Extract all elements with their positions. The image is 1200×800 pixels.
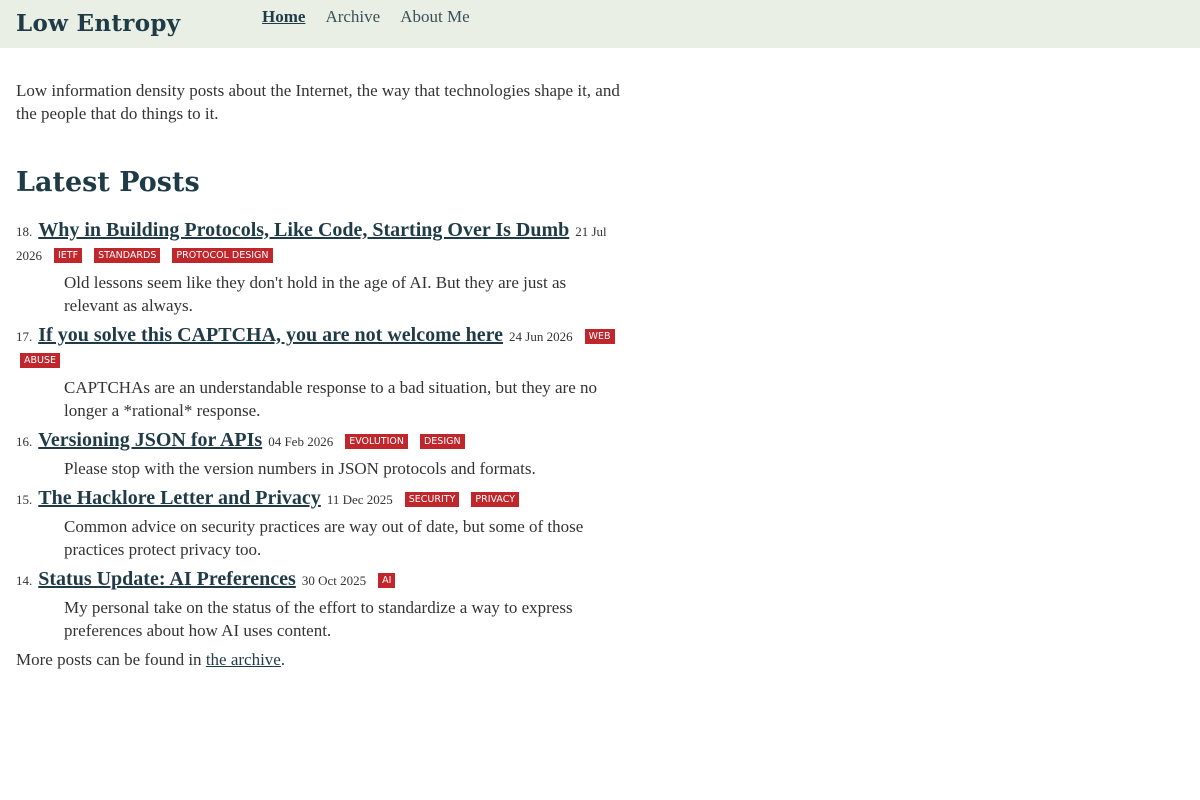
- post-date: 04 Feb 2026: [268, 434, 334, 449]
- more-posts-prefix: More posts can be found in: [16, 650, 206, 669]
- main-content: Low information density posts about the …: [16, 48, 624, 687]
- site-tagline: Low information density posts about the …: [16, 81, 620, 123]
- post-tag[interactable]: SECURITY: [404, 492, 460, 507]
- post-number: 17.: [16, 329, 33, 344]
- post-title-link[interactable]: If you solve this CAPTCHA, you are not w…: [38, 324, 503, 346]
- post-tag[interactable]: IETF: [54, 248, 83, 263]
- more-posts-text: More posts can be found in the archive.: [16, 650, 624, 670]
- post-summary: Please stop with the version numbers in …: [64, 459, 536, 478]
- post-tag[interactable]: PROTOCOL DESIGN: [172, 248, 273, 263]
- post-tag[interactable]: PRIVACY: [471, 492, 520, 507]
- post-tag[interactable]: AI: [378, 573, 396, 588]
- site-title-link[interactable]: Low Entropy: [16, 10, 180, 37]
- more-posts-suffix: .: [280, 650, 286, 669]
- latest-posts-heading: Latest Posts: [16, 167, 200, 198]
- archive-link[interactable]: the archive: [206, 650, 281, 669]
- nav-about-me[interactable]: About Me: [400, 7, 469, 27]
- top-bar: Low Entropy Home Archive About Me: [0, 0, 1200, 48]
- post-summary: CAPTCHAs are an understandable response …: [64, 378, 598, 420]
- post-item: 17. If you solve this CAPTCHA, you are no…: [16, 323, 624, 422]
- post-date: 30 Oct 2025: [301, 573, 367, 588]
- main-nav: Home Archive About Me: [262, 7, 470, 27]
- post-tag[interactable]: ABUSE: [20, 353, 61, 368]
- post-item: 18. Why in Building Protocols, Like Code,…: [16, 218, 624, 317]
- post-summary: Old lessons seem like they don't hold in…: [64, 273, 567, 315]
- post-title-link[interactable]: The Hacklore Letter and Privacy: [38, 487, 321, 509]
- post-header: 14. Status Update: AI Preferences 30 Oct 2…: [16, 567, 624, 593]
- nav-home[interactable]: Home: [262, 7, 305, 27]
- post-number: 18.: [16, 224, 33, 239]
- post-title-link[interactable]: Why in Building Protocols, Like Code, St…: [38, 219, 569, 241]
- post-header: 17. If you solve this CAPTCHA, you are no…: [16, 323, 624, 373]
- post-title-link[interactable]: Status Update: AI Preferences: [38, 568, 296, 590]
- post-date: 24 Jun 2026: [509, 329, 573, 344]
- post-header: 16. Versioning JSON for APIs 04 Feb 2026 EV…: [16, 428, 624, 454]
- post-header: 18. Why in Building Protocols, Like Code,…: [16, 218, 624, 268]
- nav-archive[interactable]: Archive: [325, 7, 380, 27]
- post-summary: My personal take on the status of the ef…: [64, 598, 573, 640]
- post-number: 15.: [16, 492, 33, 507]
- post-number: 16.: [16, 434, 33, 449]
- post-item: 14. Status Update: AI Preferences 30 Oct 2…: [16, 567, 624, 642]
- post-header: 15. The Hacklore Letter and Privacy 11 Dec…: [16, 486, 624, 512]
- post-tag[interactable]: STANDARDS: [94, 248, 161, 263]
- post-number: 14.: [16, 573, 33, 588]
- post-tag[interactable]: EVOLUTION: [345, 434, 408, 449]
- post-summary: Common advice on security practices are …: [64, 517, 584, 559]
- post-item: 16. Versioning JSON for APIs 04 Feb 2026 EV…: [16, 428, 624, 480]
- post-tag[interactable]: WEB: [584, 329, 615, 344]
- post-title-link[interactable]: Versioning JSON for APIs: [38, 429, 262, 451]
- post-tag[interactable]: DESIGN: [419, 434, 465, 449]
- post-item: 15. The Hacklore Letter and Privacy 11 Dec…: [16, 486, 624, 561]
- post-date: 11 Dec 2025: [326, 492, 393, 507]
- post-list: 18. Why in Building Protocols, Like Code,…: [16, 218, 624, 642]
